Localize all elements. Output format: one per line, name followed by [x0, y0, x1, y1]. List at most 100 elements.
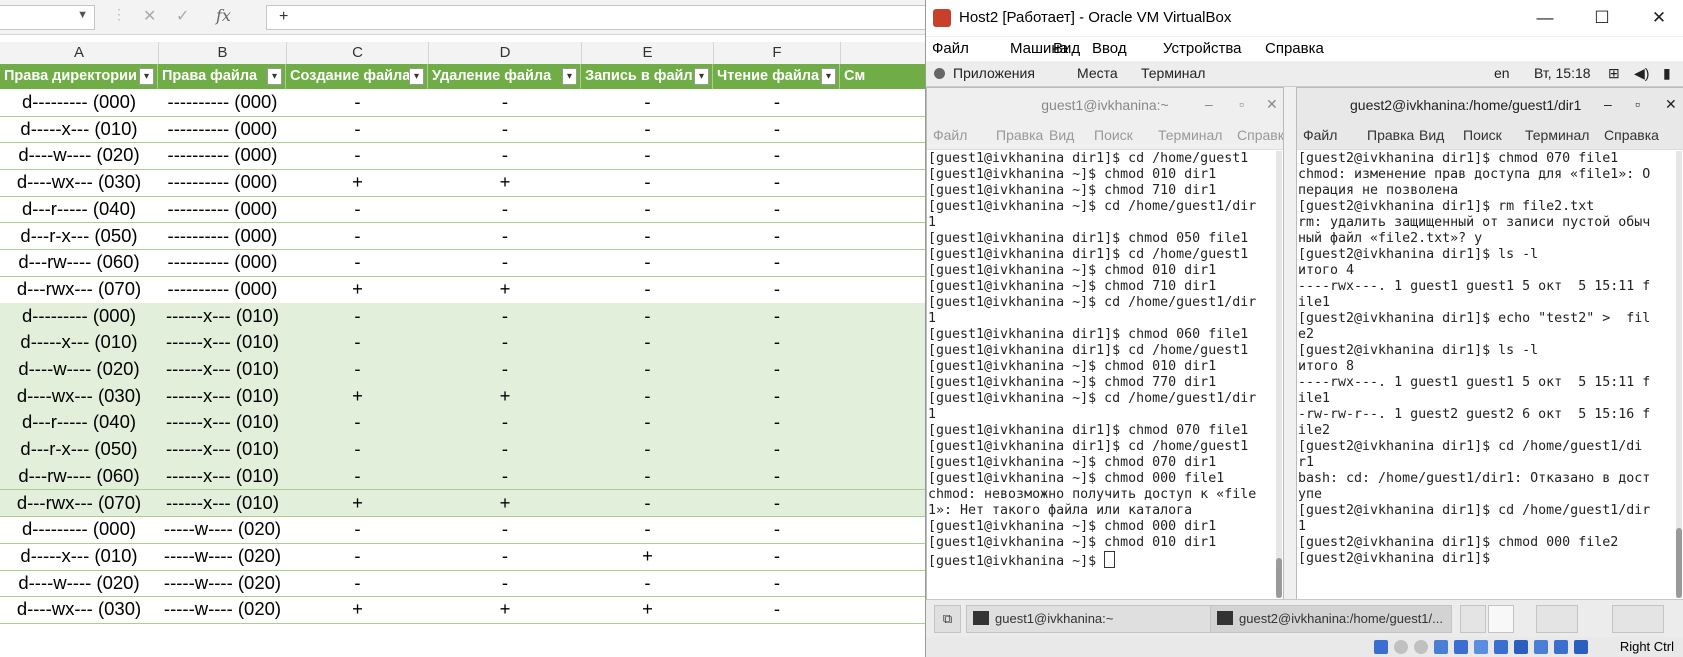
menu-help[interactable]: Справка [1265, 40, 1324, 57]
usb-icon[interactable] [1454, 640, 1468, 654]
mouse-integration-icon[interactable] [1554, 640, 1568, 654]
cell-file-perms[interactable]: -----w---- (020) [159, 596, 286, 623]
cell-file-perms[interactable]: -----w---- (020) [159, 570, 286, 597]
cell-delete-file[interactable]: - [429, 543, 581, 570]
cell-delete-file[interactable]: - [429, 329, 581, 356]
show-desktop-icon[interactable]: ⧉ [934, 605, 961, 633]
cell-create-file[interactable]: - [287, 543, 428, 570]
cell-file-perms[interactable]: ------x--- (010) [159, 356, 286, 383]
cell-read-file[interactable]: - [714, 169, 840, 196]
cell-file-perms[interactable]: ------x--- (010) [159, 383, 286, 410]
clock[interactable]: Вт, 15:18 [1534, 65, 1591, 81]
cell-dir-perms[interactable]: d---rw---- (060) [0, 463, 158, 490]
formula-input[interactable]: + [266, 5, 925, 30]
close-icon[interactable]: ✕ [1665, 96, 1677, 113]
cell-write-file[interactable]: - [582, 169, 713, 196]
cell-file-perms[interactable]: ------x--- (010) [159, 329, 286, 356]
cell-create-file[interactable]: - [287, 516, 428, 543]
filter-dropdown-icon[interactable]: ▾ [562, 68, 577, 85]
cell-delete-file[interactable]: - [429, 196, 581, 223]
audio-icon[interactable] [1414, 640, 1428, 654]
cell-create-file[interactable]: + [287, 490, 428, 517]
column-header-f[interactable]: F [714, 42, 841, 64]
cell-read-file[interactable]: - [714, 383, 840, 410]
taskbar-item-guest2[interactable]: guest2@ivkhanina:/home/guest1/... [1210, 605, 1452, 633]
filter-dropdown-icon[interactable]: ▾ [267, 68, 282, 85]
cell-dir-perms[interactable]: d---rwx--- (070) [0, 276, 158, 303]
cell-dir-perms[interactable]: d--------- (000) [0, 303, 158, 330]
cell-dir-perms[interactable]: d---r-x--- (050) [0, 223, 158, 250]
keyboard-layout[interactable]: en [1494, 65, 1510, 81]
cell-create-file[interactable]: + [287, 596, 428, 623]
cell-delete-file[interactable]: - [429, 142, 581, 169]
cell-write-file[interactable]: - [582, 436, 713, 463]
cell-file-perms[interactable]: ---------- (000) [159, 249, 286, 276]
menu-input[interactable]: Ввод [1092, 40, 1127, 57]
cell-write-file[interactable]: - [582, 383, 713, 410]
cell-delete-file[interactable]: + [429, 276, 581, 303]
cell-write-file[interactable]: - [582, 142, 713, 169]
cell-create-file[interactable]: + [287, 169, 428, 196]
cell-write-file[interactable]: + [582, 543, 713, 570]
close-icon[interactable]: ✕ [1646, 5, 1672, 31]
cell-write-file[interactable]: + [582, 596, 713, 623]
cell-file-perms[interactable]: ---------- (000) [159, 116, 286, 143]
cell-write-file[interactable]: - [582, 490, 713, 517]
insert-function-icon[interactable]: fx [216, 6, 231, 25]
cell-dir-perms[interactable]: d----wx--- (030) [0, 383, 158, 410]
cell-dir-perms[interactable]: d-----x--- (010) [0, 329, 158, 356]
cell-file-perms[interactable]: ------x--- (010) [159, 490, 286, 517]
cell-delete-file[interactable]: - [429, 249, 581, 276]
cell-read-file[interactable]: - [714, 329, 840, 356]
taskbar-item-guest1[interactable]: guest1@ivkhanina:~ [966, 605, 1248, 633]
chevron-down-icon[interactable]: ▼ [77, 9, 88, 21]
scrollbar-thumb[interactable] [1676, 528, 1682, 598]
maximize-icon[interactable]: ☐ [1589, 5, 1615, 31]
menu-search[interactable]: Поиск [1094, 127, 1133, 143]
cell-dir-perms[interactable]: d--------- (000) [0, 89, 158, 116]
storage-icon[interactable] [1374, 640, 1388, 654]
cell-read-file[interactable]: - [714, 463, 840, 490]
cell-file-perms[interactable]: ---------- (000) [159, 196, 286, 223]
cell-write-file[interactable]: - [582, 570, 713, 597]
recording-icon[interactable] [1514, 640, 1528, 654]
keyboard-capture-icon[interactable] [1574, 640, 1588, 654]
cell-delete-file[interactable]: - [429, 516, 581, 543]
name-box[interactable]: ▼ [0, 5, 95, 30]
cell-create-file[interactable]: - [287, 142, 428, 169]
cell-write-file[interactable]: - [582, 249, 713, 276]
cell-dir-perms[interactable]: d--------- (000) [0, 516, 158, 543]
cell-create-file[interactable]: - [287, 463, 428, 490]
cell-delete-file[interactable]: - [429, 356, 581, 383]
cell-dir-perms[interactable]: d-----x--- (010) [0, 116, 158, 143]
cell-delete-file[interactable]: - [429, 409, 581, 436]
cell-write-file[interactable]: - [582, 276, 713, 303]
scrollbar[interactable] [1276, 151, 1282, 598]
cell-read-file[interactable]: - [714, 490, 840, 517]
cell-create-file[interactable]: - [287, 303, 428, 330]
cell-read-file[interactable]: - [714, 356, 840, 383]
cell-file-perms[interactable]: ---------- (000) [159, 142, 286, 169]
cell-dir-perms[interactable]: d---r-x--- (050) [0, 436, 158, 463]
cell-read-file[interactable]: - [714, 223, 840, 250]
battery-icon[interactable]: ▮ [1663, 65, 1671, 82]
cell-write-file[interactable]: - [582, 89, 713, 116]
menu-devices[interactable]: Устройства [1163, 40, 1241, 57]
cell-read-file[interactable]: - [714, 276, 840, 303]
column-header-e[interactable]: E [582, 42, 714, 64]
menu-help[interactable]: Справка [1237, 127, 1283, 143]
cell-write-file[interactable]: - [582, 116, 713, 143]
optical-drive-icon[interactable] [1394, 640, 1408, 654]
cell-file-perms[interactable]: ------x--- (010) [159, 436, 286, 463]
cell-file-perms[interactable]: ------x--- (010) [159, 463, 286, 490]
cell-create-file[interactable]: - [287, 356, 428, 383]
cell-file-perms[interactable]: ---------- (000) [159, 223, 286, 250]
cell-delete-file[interactable]: + [429, 169, 581, 196]
terminal-output[interactable]: [guest2@ivkhanina dir1]$ chmod 070 file1… [1298, 151, 1673, 600]
enter-icon[interactable]: ✓ [176, 6, 189, 26]
cell-create-file[interactable]: + [287, 383, 428, 410]
cell-delete-file[interactable]: + [429, 596, 581, 623]
cell-create-file[interactable]: - [287, 436, 428, 463]
cell-delete-file[interactable]: - [429, 89, 581, 116]
maximize-icon[interactable]: ▫ [1635, 96, 1640, 112]
